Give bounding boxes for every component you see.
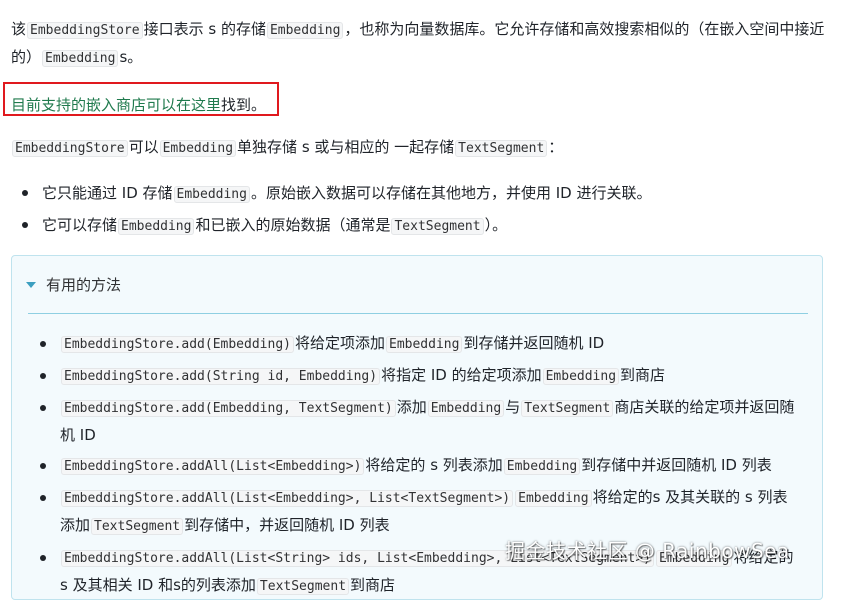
item-text: 将给定项添加	[294, 334, 385, 352]
code-textsegment: TextSegment	[391, 218, 484, 235]
intro-text: s。	[119, 48, 143, 66]
code-method: EmbeddingStore.add(String id, Embedding)	[61, 368, 381, 385]
item-text: 将指定 ID 的给定项添加	[381, 366, 542, 384]
list-item: EmbeddingStore.addAll(List<Embedding>) 将给…	[40, 452, 800, 480]
code-embeddingstore: EmbeddingStore	[12, 140, 128, 157]
item-text: 添加	[396, 398, 427, 416]
link-tail-text: 找到。	[221, 96, 267, 114]
item-text: 与	[505, 398, 521, 416]
intro-paragraph: 该 EmbeddingStore 接口表示 s 的存储 Embedding ，也称为向量…	[11, 16, 831, 72]
desc-text: 单独存储 s 或与相应的 一起存储	[237, 138, 455, 156]
item-text: 它可以存储	[42, 216, 118, 234]
code-textsegment: TextSegment	[521, 400, 614, 417]
list-item: EmbeddingStore.addAll(List<Embedding>, L…	[40, 484, 800, 540]
list-item: EmbeddingStore.add(Embedding, TextSegmen…	[40, 394, 800, 448]
link-paragraph: 目前支持的嵌入商店可以在这里找到。	[11, 92, 831, 118]
panel-divider	[28, 313, 808, 314]
code-embedding: Embedding	[515, 490, 592, 507]
desc-text: ：	[548, 138, 564, 156]
code-method: EmbeddingStore.add(Embedding)	[61, 336, 294, 353]
code-embedding: Embedding	[542, 368, 620, 385]
list-item: 它只能通过 ID 存储 Embedding 。原始嵌入数据可以存储在其他地方，并使用…	[20, 180, 840, 208]
code-textsegment: TextSegment	[455, 140, 548, 157]
code-embedding: Embedding	[503, 458, 581, 475]
code-embedding: Embedding	[159, 140, 237, 157]
panel-toggle[interactable]: 有用的方法	[26, 272, 121, 298]
embedding-stores-link[interactable]: 目前支持的嵌入商店可以在这里	[11, 96, 221, 114]
list-item: 它可以存储 Embedding 和已嵌入的原始数据（通常是 TextSegment）。	[20, 212, 840, 240]
code-embedding: Embedding	[266, 22, 344, 39]
item-text: 到存储中，并返回随机 ID 列表	[184, 516, 390, 534]
item-text: 和已嵌入的原始数据（通常是	[195, 216, 391, 234]
list-item: EmbeddingStore.add(Embedding) 将给定项添加 Embed…	[40, 330, 800, 358]
item-text: 到商店	[350, 576, 396, 594]
storage-options-list: 它只能通过 ID 存储 Embedding 。原始嵌入数据可以存储在其他地方，并使用…	[20, 180, 840, 244]
item-text: 到商店	[620, 366, 666, 384]
item-text: 到存储并返回随机 ID	[463, 334, 605, 352]
item-text: 到存储中并返回随机 ID 列表	[581, 456, 772, 474]
code-embedding: Embedding	[427, 400, 505, 417]
code-textsegment: TextSegment	[91, 518, 184, 535]
item-text: 将给定的 s 列表添加	[365, 456, 503, 474]
code-textsegment: TextSegment	[256, 578, 350, 595]
code-embedding: Embedding	[42, 50, 119, 67]
caret-down-icon[interactable]	[26, 282, 36, 288]
code-embedding: Embedding	[386, 336, 463, 353]
watermark: 掘金技术社区 @ RainbowSea	[505, 539, 790, 563]
item-text: 它只能通过 ID 存储	[42, 184, 173, 202]
store-description: EmbeddingStore 可以 Embedding 单独存储 s 或与相应的 一起…	[11, 134, 831, 162]
code-method: EmbeddingStore.addAll(List<Embedding>)	[61, 458, 365, 475]
panel-title: 有用的方法	[46, 276, 122, 294]
code-embedding: Embedding	[118, 218, 195, 235]
code-embeddingstore: EmbeddingStore	[27, 22, 143, 39]
intro-text: 该	[11, 20, 27, 38]
code-method: EmbeddingStore.addAll(List<Embedding>, L…	[61, 490, 514, 507]
item-text: ）。	[484, 216, 508, 234]
item-text: 。原始嵌入数据可以存储在其他地方，并使用 ID 进行关联。	[250, 184, 652, 202]
desc-text: 可以	[128, 138, 159, 156]
code-embedding: Embedding	[173, 186, 250, 203]
code-method: EmbeddingStore.add(Embedding, TextSegmen…	[61, 400, 396, 417]
intro-text: 接口表示 s 的存储	[143, 20, 266, 38]
list-item: EmbeddingStore.add(String id, Embedding)…	[40, 362, 800, 390]
